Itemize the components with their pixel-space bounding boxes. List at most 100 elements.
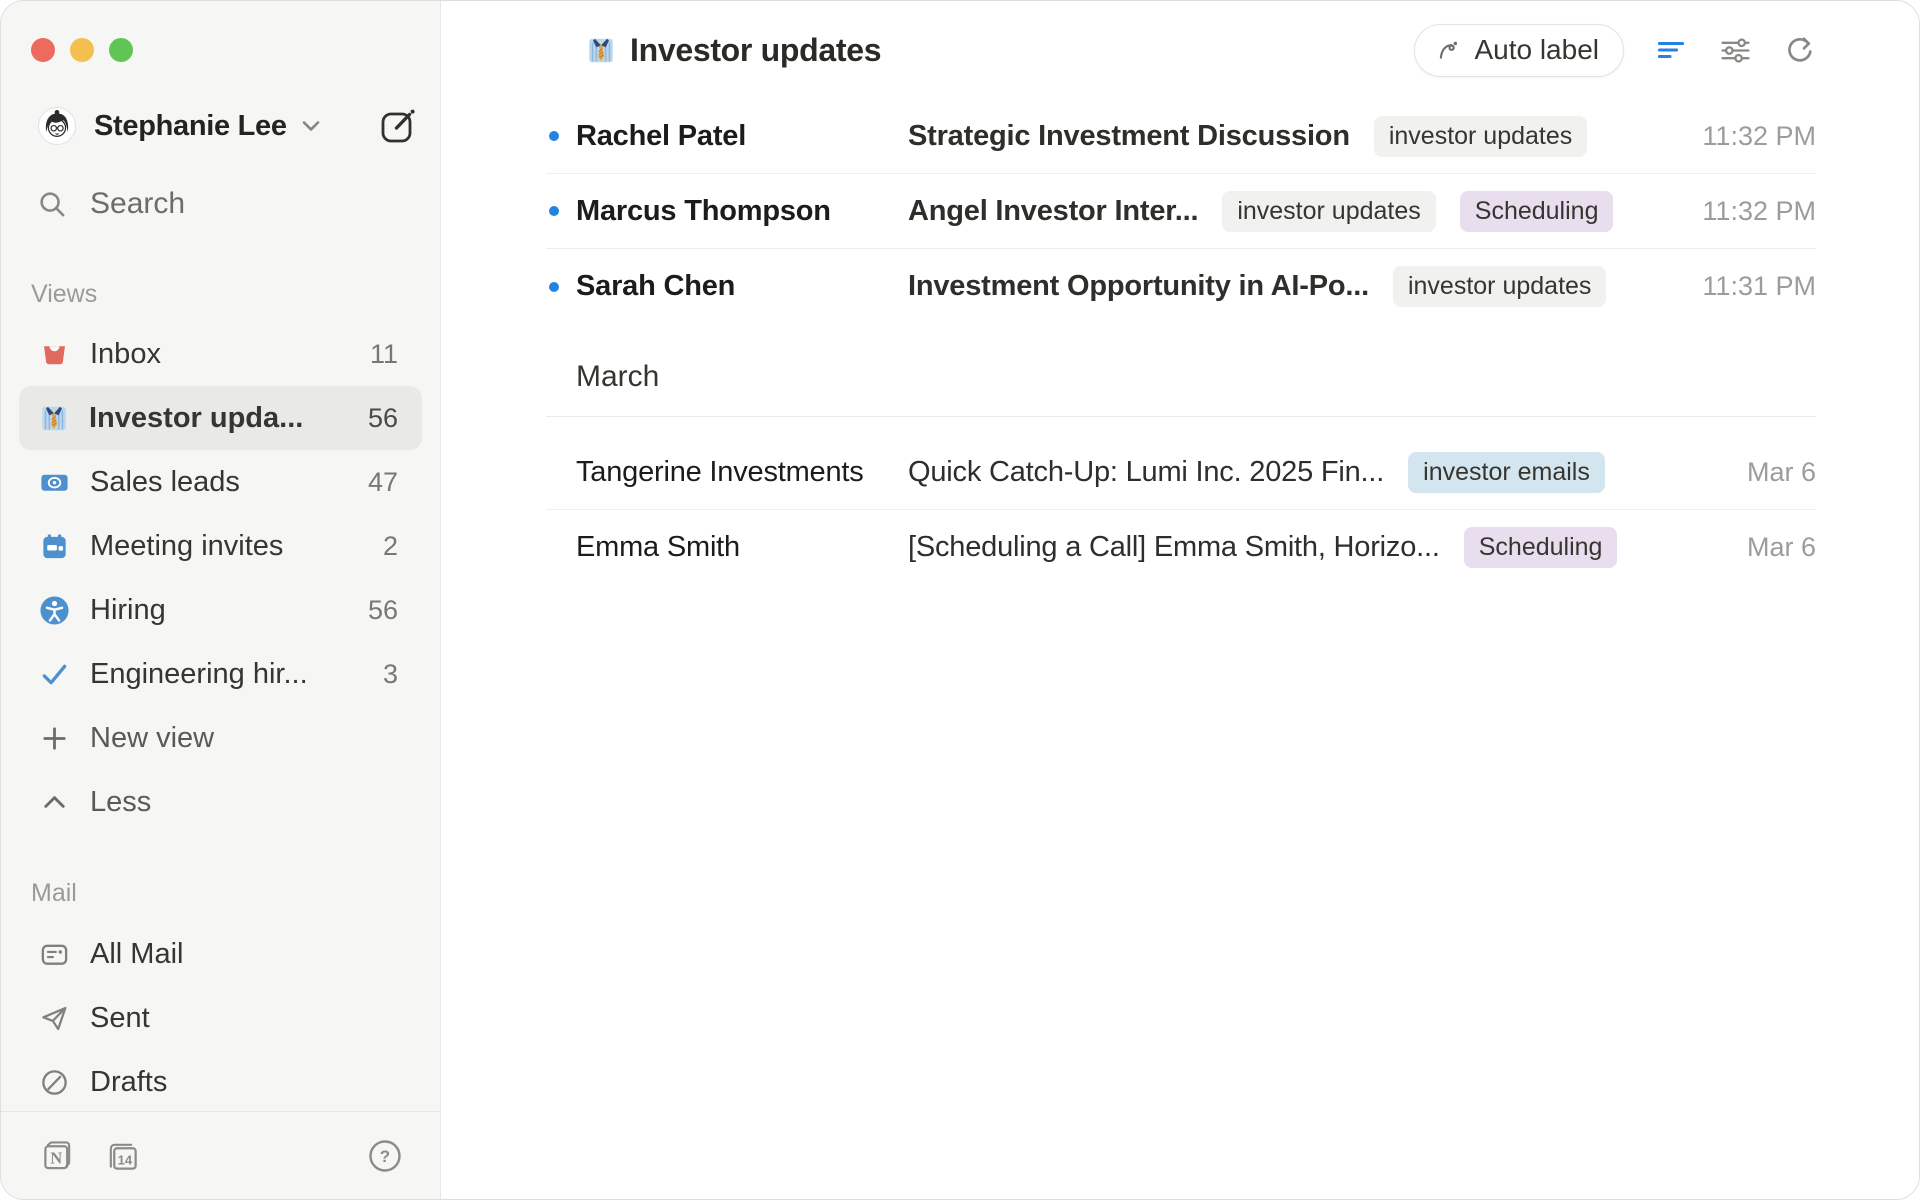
email-subject-area: [Scheduling a Call] Emma Smith, Horizo..… xyxy=(908,527,1686,568)
sidebar-item-engineering-hir[interactable]: Engineering hir... 3 xyxy=(19,642,422,706)
views-list: Inbox11Investor upda...56Sales leads47Me… xyxy=(19,322,422,834)
help-icon[interactable]: ? xyxy=(368,1139,402,1173)
sidebar-item-hiring[interactable]: Hiring56 xyxy=(19,578,422,642)
checkmark-icon xyxy=(39,659,70,690)
email-row[interactable]: Rachel PatelStrategic Investment Discuss… xyxy=(546,99,1816,174)
email-subject: Strategic Investment Discussion xyxy=(908,120,1350,153)
auto-label-icon xyxy=(1435,37,1462,64)
mini-calendar-icon[interactable]: 14 xyxy=(105,1139,140,1173)
email-sender: Sarah Chen xyxy=(576,270,908,303)
sidebar-item-drafts[interactable]: Drafts xyxy=(19,1050,422,1114)
chevron-up-icon xyxy=(39,787,70,818)
traffic-lights xyxy=(1,1,440,62)
label-tag[interactable]: investor emails xyxy=(1408,452,1605,493)
label-tag[interactable]: investor updates xyxy=(1374,116,1587,157)
search-button[interactable]: Search xyxy=(1,189,440,219)
mail-section-label: Mail xyxy=(1,880,440,906)
sidebar-item-count: 56 xyxy=(368,595,398,626)
sidebar-item-inbox[interactable]: Inbox 11 xyxy=(19,322,422,386)
sidebar-item-count: 11 xyxy=(370,339,398,370)
date-group-heading: March xyxy=(546,324,1816,417)
email-list: Rachel PatelStrategic Investment Discuss… xyxy=(441,99,1919,585)
unread-dot xyxy=(549,131,559,141)
drafts-icon xyxy=(39,1067,70,1098)
account-name: Stephanie Lee xyxy=(94,110,287,143)
sidebar-item-count: 3 xyxy=(383,659,398,690)
svg-text:14: 14 xyxy=(118,1152,133,1167)
email-subject-area: Investment Opportunity in AI-Po...invest… xyxy=(908,266,1682,307)
email-sender: Tangerine Investments xyxy=(576,456,908,489)
search-label: Search xyxy=(90,187,185,221)
calendar-blue-icon xyxy=(39,531,70,562)
email-time: 11:32 PM xyxy=(1702,121,1816,152)
shirt-tie-icon xyxy=(39,403,69,433)
unread-dot xyxy=(549,206,559,216)
zoom-window-button[interactable] xyxy=(109,38,133,62)
sidebar-item-sales-leads[interactable]: Sales leads47 xyxy=(19,450,422,514)
sidebar-item-label: Engineering hir... xyxy=(90,658,308,691)
views-section-label: Views xyxy=(1,281,440,307)
accessibility-icon xyxy=(39,595,70,626)
sidebar-item-label: Inbox xyxy=(90,338,161,371)
auto-label-button[interactable]: Auto label xyxy=(1414,24,1624,77)
email-subject: Quick Catch-Up: Lumi Inc. 2025 Fin... xyxy=(908,456,1384,489)
sidebar-item-sent[interactable]: Sent xyxy=(19,986,422,1050)
view-header: Investor updates Auto label xyxy=(441,1,1919,99)
email-time: Mar 6 xyxy=(1706,457,1816,488)
sidebar-item-less[interactable]: Less xyxy=(19,770,422,834)
email-row[interactable]: Emma Smith[Scheduling a Call] Emma Smith… xyxy=(546,510,1816,585)
sidebar-item-count: 2 xyxy=(383,531,398,562)
email-subject-area: Strategic Investment Discussion investor … xyxy=(908,116,1682,157)
sidebar-item-label: Sent xyxy=(90,1002,150,1035)
sidebar-item-label: Less xyxy=(90,786,151,819)
account-switcher[interactable]: Stephanie Lee xyxy=(1,107,440,145)
email-row[interactable]: Tangerine InvestmentsQuick Catch-Up: Lum… xyxy=(546,435,1816,510)
email-row[interactable]: Sarah ChenInvestment Opportunity in AI-P… xyxy=(546,249,1816,324)
email-sender: Marcus Thompson xyxy=(576,195,908,228)
label-tag[interactable]: investor updates xyxy=(1222,191,1435,232)
all-mail-icon xyxy=(39,939,70,970)
plus-icon xyxy=(39,723,70,754)
email-subject-area: Quick Catch-Up: Lumi Inc. 2025 Fin... inv… xyxy=(908,452,1686,493)
mail-list: All Mail Sent Drafts xyxy=(19,922,422,1114)
email-sender: Rachel Patel xyxy=(576,120,908,153)
sidebar-item-label: Meeting invites xyxy=(90,530,283,563)
email-subject-area: Angel Investor Inter... investor updates S… xyxy=(908,191,1682,232)
sidebar-item-label: All Mail xyxy=(90,938,183,971)
sidebar-item-new-view[interactable]: New view xyxy=(19,706,422,770)
svg-text:N: N xyxy=(50,1149,62,1168)
email-sender: Emma Smith xyxy=(576,531,908,564)
avatar xyxy=(38,107,76,145)
search-icon xyxy=(37,189,68,220)
compose-button[interactable] xyxy=(376,104,420,148)
sidebar-item-all-mail[interactable]: All Mail xyxy=(19,922,422,986)
sidebar: Stephanie Lee Search Views Inbox 11 Invest… xyxy=(1,1,441,1199)
chevron-down-icon xyxy=(301,118,321,134)
main-panel: Investor updates Auto label Rachel Patel… xyxy=(441,1,1919,1199)
app-window: Stephanie Lee Search Views Inbox 11 Invest… xyxy=(0,0,1920,1200)
label-tag[interactable]: Scheduling xyxy=(1464,527,1618,568)
minimize-window-button[interactable] xyxy=(70,38,94,62)
email-row[interactable]: Marcus ThompsonAngel Investor Inter... in… xyxy=(546,174,1816,249)
email-time: Mar 6 xyxy=(1706,532,1816,563)
email-subject: Angel Investor Inter... xyxy=(908,195,1198,228)
sidebar-item-count: 47 xyxy=(368,467,398,498)
sidebar-item-investor-upda[interactable]: Investor upda...56 xyxy=(19,386,422,450)
display-settings-button[interactable] xyxy=(1718,33,1752,67)
email-time: 11:32 PM xyxy=(1702,196,1816,227)
shirt-tie-icon xyxy=(586,35,616,65)
label-tag[interactable]: investor updates xyxy=(1393,266,1606,307)
header-tools: Auto label xyxy=(1414,24,1816,77)
auto-label-text: Auto label xyxy=(1474,34,1599,66)
filter-button[interactable] xyxy=(1654,33,1688,67)
notion-logo-icon[interactable]: N xyxy=(41,1139,74,1172)
label-tag[interactable]: Scheduling xyxy=(1460,191,1614,232)
svg-text:?: ? xyxy=(380,1147,390,1166)
sidebar-item-count: 56 xyxy=(368,403,398,434)
sidebar-item-meeting-invites[interactable]: Meeting invites 2 xyxy=(19,514,422,578)
refresh-button[interactable] xyxy=(1782,33,1816,67)
close-window-button[interactable] xyxy=(31,38,55,62)
email-group: Rachel PatelStrategic Investment Discuss… xyxy=(546,99,1816,324)
banknote-icon xyxy=(39,467,70,498)
view-title: Investor updates xyxy=(630,32,881,69)
